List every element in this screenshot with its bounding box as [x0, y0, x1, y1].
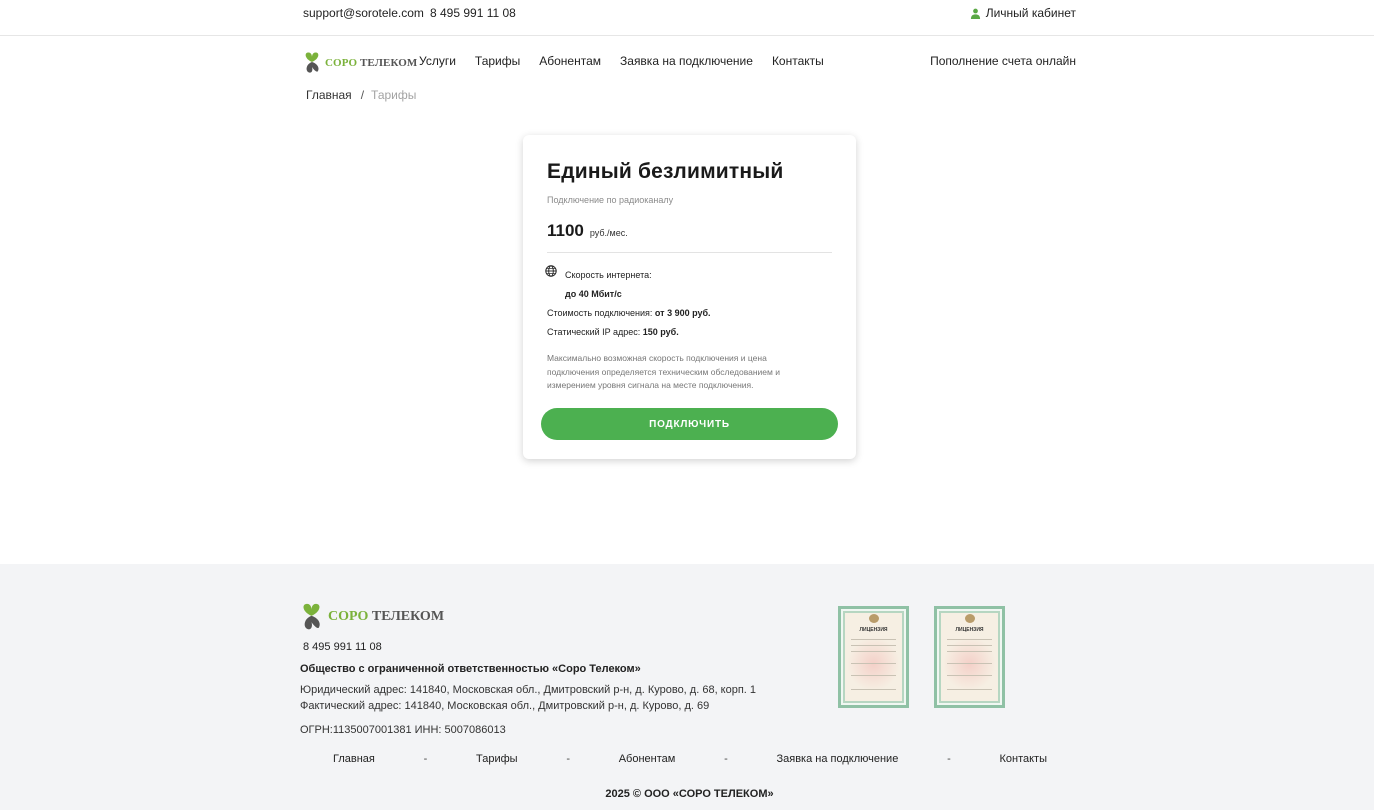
- user-icon: [970, 8, 980, 19]
- footer: СОРО ТЕЛЕКОМ 8 495 991 11 08 Общество с …: [0, 564, 1374, 810]
- footer-menu: Главная - Тарифы - Абонентам - Заявка на…: [333, 753, 1047, 765]
- phone-link[interactable]: 8 495 991 11 08: [430, 6, 516, 20]
- nav-menu: Услуги Тарифы Абонентам Заявка на подклю…: [419, 54, 824, 68]
- tariff-price: 1100 руб./мес.: [547, 221, 628, 241]
- brand-name-dark: ТЕЛЕКОМ: [359, 56, 418, 69]
- logo-icon: [303, 603, 320, 630]
- online-topup-link[interactable]: Пополнение счета онлайн: [930, 54, 1076, 68]
- breadcrumb: Главная / Тарифы: [306, 88, 416, 102]
- globe-icon: [545, 265, 557, 277]
- footer-menu-separator: -: [423, 753, 428, 765]
- footer-legal-address: Юридический адрес: 141840, Московская об…: [300, 684, 757, 696]
- top-bar: support@sorotele.com 8 495 991 11 08 Лич…: [0, 0, 1374, 36]
- brand-name-green: СОРО: [325, 56, 358, 69]
- speed-info: Скорость интернета: до 40 Мбит/с: [545, 265, 652, 299]
- breadcrumb-current: Тарифы: [371, 88, 417, 102]
- footer-brand-name-green: СОРО: [328, 608, 369, 624]
- footer-menu-home[interactable]: Главная: [333, 753, 375, 765]
- breadcrumb-home[interactable]: Главная: [306, 88, 352, 102]
- footer-menu-connection-request[interactable]: Заявка на подключение: [776, 753, 898, 765]
- tariff-card: Единый безлимитный Подключение по радиок…: [523, 135, 856, 459]
- footer-menu-contacts[interactable]: Контакты: [999, 753, 1047, 765]
- tariff-subtitle: Подключение по радиоканалу: [547, 195, 674, 205]
- license-line: [947, 675, 992, 676]
- license-line: [947, 645, 992, 646]
- license-line: [851, 675, 896, 676]
- static-ip-value: 150 руб.: [642, 327, 679, 337]
- footer-company-name: Общество с ограниченной ответственностью…: [300, 663, 641, 675]
- divider: [547, 252, 832, 253]
- license-seal: [965, 614, 975, 623]
- footer-brand-name: СОРО ТЕЛЕКОМ: [328, 609, 444, 625]
- footer-menu-separator: -: [566, 753, 570, 765]
- connection-cost: Стоимость подключения: от 3 900 руб.: [547, 308, 711, 318]
- price-unit: руб./мес.: [589, 228, 628, 238]
- footer-menu-separator: -: [947, 753, 951, 765]
- copyright: 2025 © ООО «СОРО ТЕЛЕКОМ»: [605, 788, 774, 800]
- speed-label: Скорость интернета:: [565, 270, 652, 280]
- footer-brand-name-dark: ТЕЛЕКОМ: [371, 608, 445, 624]
- license-line: [851, 663, 896, 664]
- support-email-link[interactable]: support@sorotele.com: [303, 6, 424, 20]
- license-line: [947, 639, 992, 640]
- license-line: [851, 651, 896, 652]
- footer-menu-subscribers[interactable]: Абонентам: [619, 753, 676, 765]
- footer-ogrn-inn: ОГРН:1135007001381 ИНН: 5007086013: [300, 724, 506, 736]
- license-line: [947, 689, 992, 690]
- static-ip-label: Статический IP адрес:: [547, 327, 643, 337]
- license-line: [851, 639, 896, 640]
- logo[interactable]: СОРО ТЕЛЕКОМ: [303, 51, 417, 74]
- personal-cabinet-label: Личный кабинет: [985, 6, 1076, 20]
- main-nav: СОРО ТЕЛЕКОМ Услуги Тарифы Абонентам Зая…: [0, 36, 1374, 86]
- connection-cost-value: от 3 900 руб.: [654, 308, 711, 318]
- nav-item-services[interactable]: Услуги: [419, 54, 456, 68]
- license-title: ЛИЦЕНЗИЯ: [955, 627, 984, 633]
- connect-button[interactable]: ПОДКЛЮЧИТЬ: [541, 408, 838, 440]
- license-image-1[interactable]: ЛИЦЕНЗИЯ: [838, 606, 909, 708]
- price-value: 1100: [547, 221, 584, 240]
- static-ip-cost: Статический IP адрес: 150 руб.: [547, 327, 679, 337]
- license-line: [947, 651, 992, 652]
- logo-icon: [305, 52, 319, 73]
- license-seal: [869, 614, 879, 623]
- nav-item-connection-request[interactable]: Заявка на подключение: [620, 54, 753, 68]
- brand-name: СОРО ТЕЛЕКОМ: [325, 57, 417, 69]
- breadcrumb-separator: /: [360, 88, 365, 102]
- nav-item-contacts[interactable]: Контакты: [772, 54, 824, 68]
- footer-logo[interactable]: СОРО ТЕЛЕКОМ: [300, 602, 444, 631]
- nav-item-tariffs[interactable]: Тарифы: [475, 54, 520, 68]
- license-image-2[interactable]: ЛИЦЕНЗИЯ: [934, 606, 1005, 708]
- connection-cost-label: Стоимость подключения:: [547, 308, 655, 318]
- footer-menu-separator: -: [724, 753, 728, 765]
- footer-phone: 8 495 991 11 08: [303, 641, 382, 653]
- footer-actual-address: Фактический адрес: 141840, Московская об…: [300, 700, 710, 712]
- speed-value: до 40 Мбит/с: [565, 289, 622, 299]
- tariff-title: Единый безлимитный: [547, 160, 784, 183]
- license-line: [851, 689, 896, 690]
- nav-item-subscribers[interactable]: Абонентам: [539, 54, 601, 68]
- license-line: [851, 645, 896, 646]
- footer-menu-tariffs[interactable]: Тарифы: [476, 753, 518, 765]
- personal-cabinet-link[interactable]: Личный кабинет: [970, 6, 1076, 20]
- license-title: ЛИЦЕНЗИЯ: [859, 627, 888, 633]
- tariff-note: Максимально возможная скорость подключен…: [547, 353, 780, 390]
- license-line: [947, 663, 992, 664]
